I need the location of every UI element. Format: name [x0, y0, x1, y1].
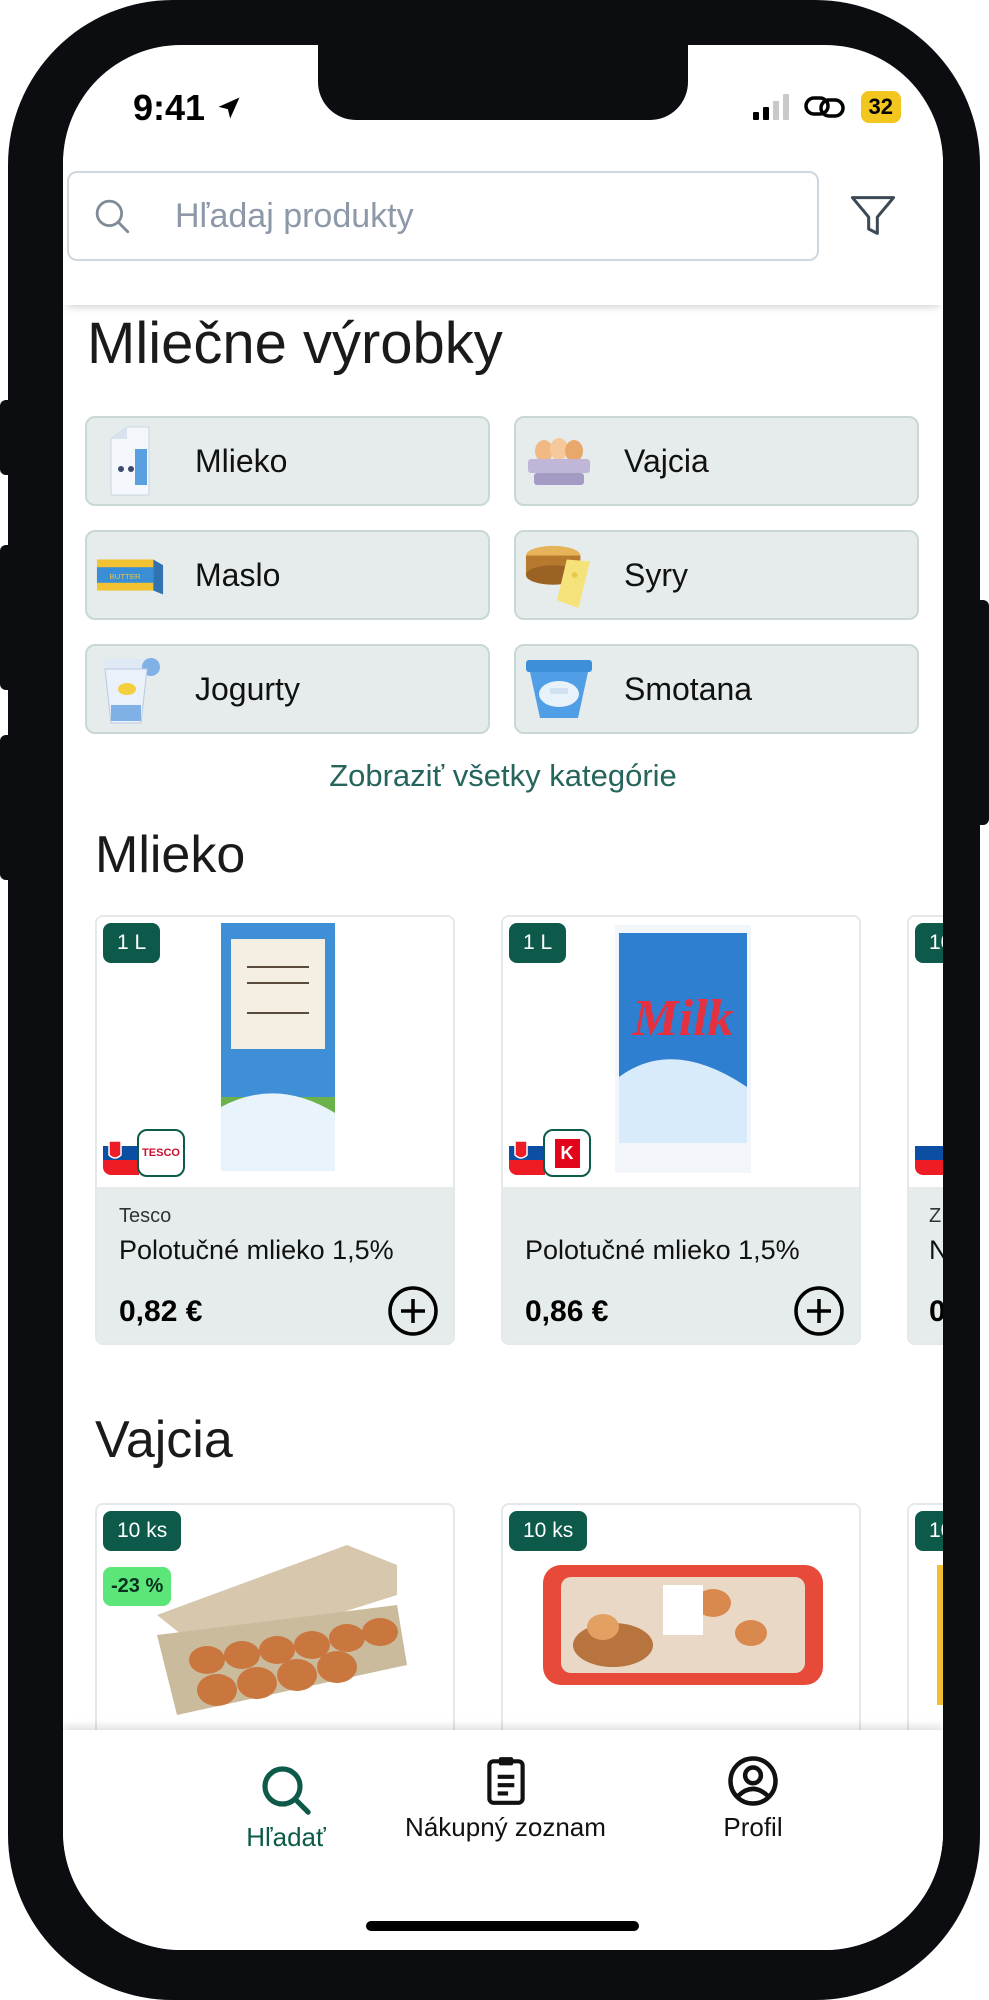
- clipboard-icon: [486, 1757, 525, 1805]
- category-smotana[interactable]: Smotana: [514, 644, 919, 734]
- location-arrow-icon: [218, 97, 240, 119]
- size-badge: 1 L: [103, 923, 161, 963]
- milk-carton-icon: [95, 425, 165, 497]
- category-label: Mlieko: [195, 442, 288, 479]
- svg-text:BUTTER: BUTTER: [110, 572, 141, 581]
- bottom-tab-bar: Hľadať Nákupný zoznam Profil: [63, 1730, 943, 1950]
- product-store: Z: [929, 1205, 942, 1227]
- store-logo-kaufland: K: [543, 1129, 591, 1177]
- battery-indicator: 32: [860, 91, 901, 123]
- category-mlieko[interactable]: Mlieko: [85, 416, 490, 506]
- search-header: [63, 157, 943, 305]
- eggs-icon: [524, 425, 594, 497]
- cheese-icon: [524, 539, 594, 611]
- size-badge: 10: [915, 1511, 943, 1551]
- kaufland-k-label: K: [554, 1138, 580, 1168]
- milk-package-text: Milk: [631, 990, 733, 1047]
- time-label: 9:41: [133, 87, 206, 128]
- search-icon: [95, 199, 130, 234]
- section-title-mlieko: Mlieko: [95, 826, 246, 884]
- search-input[interactable]: [173, 195, 737, 237]
- product-info: Polotučné mlieko 1,5% 0,86 €: [503, 1187, 859, 1343]
- product-card[interactable]: 10 Z N 0: [907, 915, 943, 1345]
- section-title-vajcia: Vajcia: [95, 1411, 233, 1469]
- category-grid: Mlieko Vajcia BUTTER Maslo Syry Jogurty …: [85, 416, 921, 734]
- status-time: 9:41: [133, 87, 243, 129]
- product-price: 0,86 €: [525, 1295, 609, 1328]
- category-maslo[interactable]: BUTTER Maslo: [85, 530, 490, 620]
- phone-frame: 9:41 32 Mliečne výrobky: [8, 0, 980, 2000]
- show-all-categories-link[interactable]: Zobraziť všetky kategórie: [63, 758, 943, 794]
- tab-profil[interactable]: Profil: [628, 1754, 878, 1843]
- tab-label: Profil: [723, 1812, 783, 1842]
- product-name: N: [929, 1235, 943, 1266]
- filter-button[interactable]: [838, 181, 908, 251]
- tab-label: Nákupný zoznam: [405, 1812, 606, 1842]
- category-label: Vajcia: [624, 442, 709, 479]
- category-vajcia[interactable]: Vajcia: [514, 416, 919, 506]
- profile-icon: [728, 1756, 778, 1806]
- screen: 9:41 32 Mliečne výrobky: [63, 45, 943, 1950]
- tab-nakupny-zoznam[interactable]: Nákupný zoznam: [378, 1754, 633, 1843]
- size-badge: 10 ks: [103, 1511, 182, 1551]
- product-name: Polotučné mlieko 1,5%: [525, 1235, 800, 1265]
- notch: [318, 45, 688, 120]
- add-to-list-icon[interactable]: [387, 1285, 439, 1337]
- size-badge: 10 ks: [509, 1511, 588, 1551]
- status-icons: 32: [752, 91, 901, 123]
- product-name: Polotučné mlieko 1,5%: [119, 1235, 394, 1265]
- yogurt-icon: [95, 653, 165, 725]
- product-card[interactable]: 1 L TESCO Tesco Polotučné mlieko 1,5% 0,…: [95, 915, 455, 1345]
- tab-label: Hľadať: [246, 1822, 326, 1852]
- home-indicator[interactable]: [366, 1921, 639, 1931]
- size-badge: 10: [915, 923, 943, 963]
- link-icon: [803, 96, 845, 118]
- slovak-flag-icon: [507, 1129, 547, 1177]
- product-info: Tesco Polotučné mlieko 1,5% 0,82 €: [97, 1187, 453, 1343]
- category-syry[interactable]: Syry: [514, 530, 919, 620]
- category-label: Maslo: [195, 556, 281, 593]
- size-badge: 1 L: [509, 923, 567, 963]
- discount-badge: -23 %: [103, 1567, 172, 1606]
- filter-icon: [850, 196, 896, 235]
- product-price: 0: [929, 1295, 943, 1329]
- slovak-flag-icon: [101, 1129, 141, 1177]
- tab-hladat[interactable]: Hľadať: [161, 1762, 411, 1853]
- search-box[interactable]: [67, 171, 819, 261]
- slovak-flag-icon: [913, 1129, 943, 1177]
- category-group-title: Mliečne výrobky: [87, 311, 503, 376]
- store-logos: TESCO: [101, 1129, 185, 1177]
- store-logos: [913, 1129, 943, 1177]
- butter-icon: BUTTER: [95, 539, 165, 611]
- category-jogurty[interactable]: Jogurty: [85, 644, 490, 734]
- signal-icon: [752, 94, 789, 120]
- product-info: Z N 0: [909, 1187, 943, 1343]
- add-to-list-icon[interactable]: [793, 1285, 845, 1337]
- store-logo-tesco: TESCO: [137, 1129, 185, 1177]
- cream-icon: [524, 653, 594, 725]
- category-label: Syry: [624, 556, 688, 593]
- product-card[interactable]: Milk 1 L K Polotučné mlieko 1,5% 0,86 €: [501, 915, 861, 1345]
- product-price: 0,82 €: [119, 1295, 203, 1328]
- category-label: Jogurty: [195, 670, 300, 707]
- product-store: Tesco: [119, 1205, 172, 1227]
- store-logos: K: [507, 1129, 591, 1177]
- search-icon: [262, 1766, 311, 1815]
- category-label: Smotana: [624, 670, 753, 707]
